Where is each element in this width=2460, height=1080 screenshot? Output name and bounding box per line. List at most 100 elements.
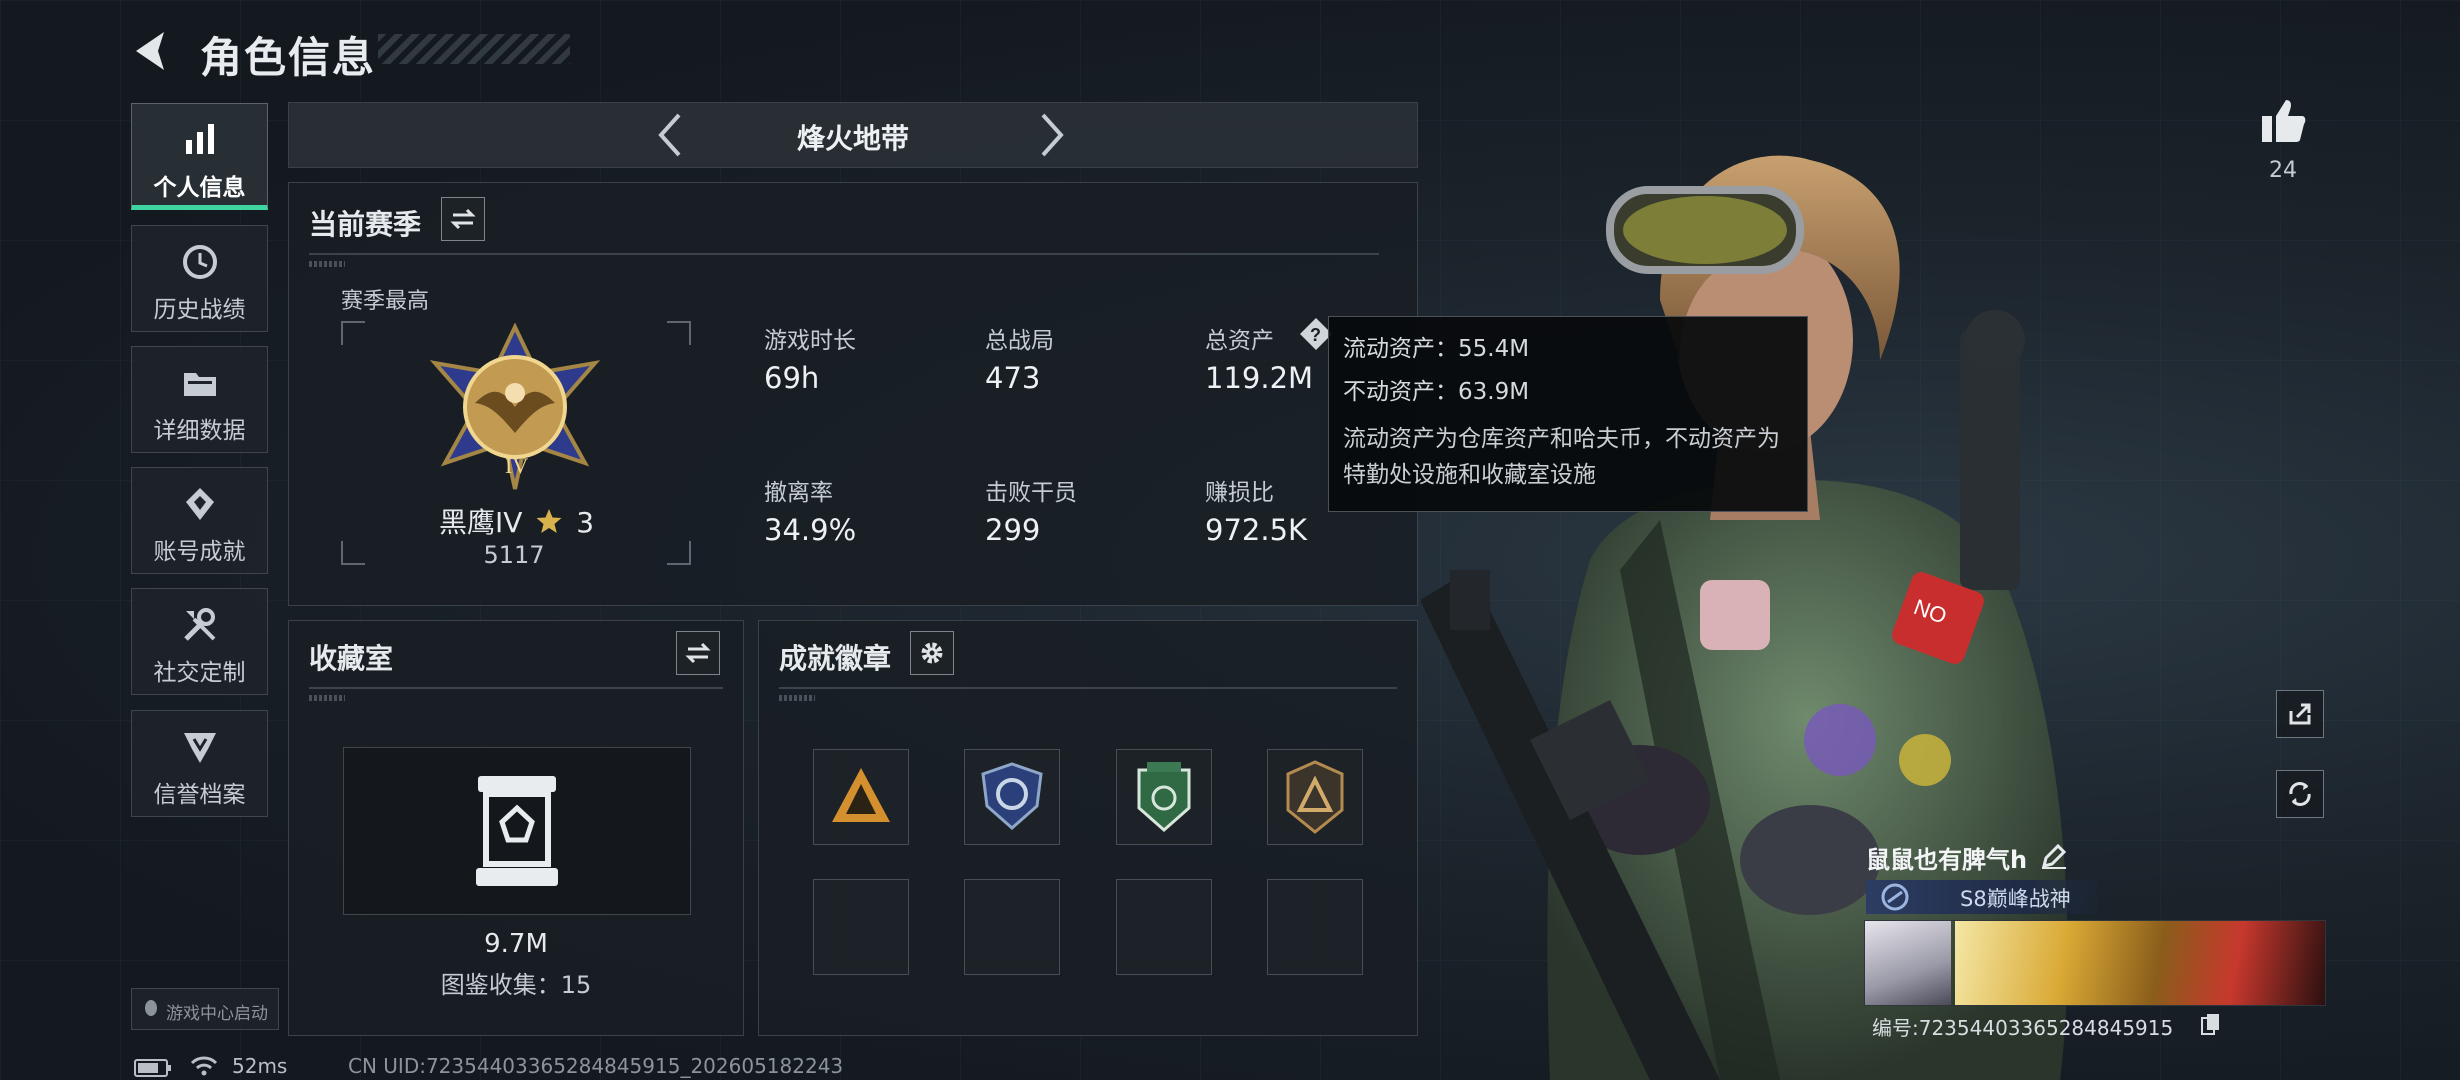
battery-icon (134, 1059, 171, 1077)
qq-icon (142, 999, 160, 1019)
tooltip-fixed-assets: 不动资产：63.9M (1343, 379, 1530, 405)
sidebar-item-label: 个人信息 (153, 175, 246, 201)
player-title-banner: S8巅峰战神 (1866, 880, 2098, 914)
title-decoration (378, 34, 570, 64)
refresh-icon (2289, 782, 2311, 806)
tooltip-description: 流动资产为仓库资产和哈夫币，不动资产为特勤处设施和收藏室设施 (1343, 426, 1780, 488)
sidebar-item-history[interactable]: 历史战绩 (131, 225, 268, 332)
stat-matches-label: 总战局 (985, 328, 1054, 354)
header-decoration (309, 261, 345, 267)
thumbs-up-icon[interactable] (2258, 96, 2308, 146)
sidebar-item-label: 历史战绩 (153, 297, 246, 323)
rank-points: 5117 (483, 541, 545, 569)
page-title: 角色信息 (200, 33, 377, 82)
collection-panel: 收藏室 9.7M 图鉴收集：15 (288, 620, 744, 1036)
shield-badge-icon (184, 733, 216, 763)
display-case-icon (476, 776, 558, 886)
sidebar-item-social[interactable]: 社交定制 (131, 588, 268, 695)
sidebar-item-personal-info[interactable]: 个人信息 (131, 103, 268, 210)
stat-extract-rate-value: 34.9% (764, 513, 857, 547)
stat-kills-label: 击败干员 (985, 480, 1077, 506)
badge-slot[interactable] (1267, 749, 1363, 845)
badge-slot[interactable] (813, 749, 909, 845)
edit-icon[interactable] (2040, 842, 2068, 870)
collection-catalog: 图鉴收集：15 (440, 971, 592, 999)
empty-badge-slot[interactable] (1116, 879, 1212, 975)
swap-icon (685, 642, 711, 664)
share-button[interactable] (2276, 690, 2324, 738)
frame-corner (667, 321, 691, 345)
banner-artwork (1955, 921, 2325, 1005)
sidebar-item-label: 信誉档案 (153, 782, 246, 808)
green-shield-badge-icon (1137, 762, 1191, 832)
collection-value: 9.7M (484, 929, 548, 959)
refresh-button[interactable] (2276, 770, 2324, 818)
sidebar-item-detailed-data[interactable]: 详细数据 (131, 346, 268, 453)
wifi-icon (190, 1056, 218, 1076)
rank-name: 黑鹰IV 3 (439, 501, 594, 541)
stat-profit-ratio-label: 赚损比 (1205, 480, 1274, 506)
rank-stars: 3 (576, 506, 595, 539)
svg-text:IV: IV (505, 453, 528, 478)
rank-emblem-icon: IV (429, 323, 601, 490)
stat-total-assets-value: 119.2M (1205, 361, 1314, 395)
stat-play-time-label: 游戏时长 (764, 328, 856, 354)
svg-text:?: ? (1310, 325, 1321, 345)
game-center-launch-button[interactable]: 游戏中心启动 (131, 988, 279, 1030)
empty-badge-slot[interactable] (1267, 879, 1363, 975)
sidebar-item-reputation[interactable]: 信誉档案 (131, 710, 268, 817)
chevron-right-icon[interactable] (1027, 111, 1073, 159)
sidebar-item-label: 详细数据 (153, 418, 246, 444)
triangle-squad-badge-icon (832, 768, 890, 822)
sidebar-item-label: 社交定制 (153, 660, 246, 686)
player-name: 鼠鼠也有脾气h (1866, 840, 2027, 875)
header-decoration (779, 695, 815, 701)
share-icon (2289, 703, 2311, 725)
season-switch-button[interactable] (441, 197, 485, 241)
mode-selector: 烽火地带 (288, 102, 1418, 168)
header-decoration (309, 695, 345, 701)
title-bar: 角色信息 (130, 20, 570, 82)
badges-settings-button[interactable] (910, 631, 954, 675)
badge-slot[interactable] (1116, 749, 1212, 845)
stat-total-assets-label: 总资产 (1205, 328, 1274, 354)
stat-extract-rate-label: 撤离率 (764, 480, 833, 506)
uid-text: CN UID:7235440336528484​5915_20260518224… (348, 1054, 844, 1078)
star-icon (536, 509, 562, 533)
folder-icon (184, 373, 216, 396)
blue-shield-badge-icon (981, 762, 1043, 830)
empty-badge-slot[interactable] (813, 879, 909, 975)
player-title-text: S8巅峰战神 (1960, 887, 2071, 911)
season-panel: 当前赛季 赛季最高 IV 黑鹰IV 3 5117 游戏时长 69h 总战局 47… (288, 182, 1418, 606)
empty-badge-slot[interactable] (964, 879, 1060, 975)
divider (309, 687, 723, 689)
stat-play-time-value: 69h (764, 361, 820, 395)
season-best-label: 赛季最高 (341, 289, 430, 314)
stat-kills-value: 299 (985, 513, 1041, 547)
tooltip-liquid-assets: 流动资产：55.4M (1343, 336, 1530, 362)
bar-chart-icon (186, 124, 214, 154)
stat-profit-ratio-value: 972.5K (1205, 513, 1308, 547)
badge-slot[interactable] (964, 749, 1060, 845)
badges-panel: 成就徽章 (758, 620, 1418, 1036)
badges-title: 成就徽章 (779, 642, 892, 675)
sidebar-item-label: 账号成就 (153, 539, 246, 565)
sidebar-item-achievements[interactable]: 账号成就 (131, 467, 268, 574)
mode-title: 烽火地带 (796, 122, 909, 155)
launch-label: 游戏中心启动 (166, 1004, 268, 1024)
player-id: 编号:723544033652848459​15 (1872, 1016, 2174, 1040)
collection-preview[interactable] (343, 747, 691, 915)
tools-icon (184, 608, 216, 641)
rank-name-text: 黑鹰IV (439, 506, 523, 539)
collection-switch-button[interactable] (676, 631, 720, 675)
player-banner-card[interactable] (1864, 920, 2326, 1006)
clock-icon (183, 245, 217, 279)
divider (779, 687, 1397, 689)
assets-tooltip: 流动资产：55.4M 不动资产：63.9M 流动资产为仓库资产和哈夫币，不动资产… (1328, 316, 1808, 512)
ping-text: 52ms (232, 1054, 288, 1078)
title-emblem-icon (1881, 883, 1909, 911)
copy-icon[interactable] (2200, 1012, 2222, 1036)
frame-corner (341, 321, 365, 345)
back-arrow-icon[interactable] (130, 28, 176, 74)
player-avatar (1865, 921, 1951, 1005)
